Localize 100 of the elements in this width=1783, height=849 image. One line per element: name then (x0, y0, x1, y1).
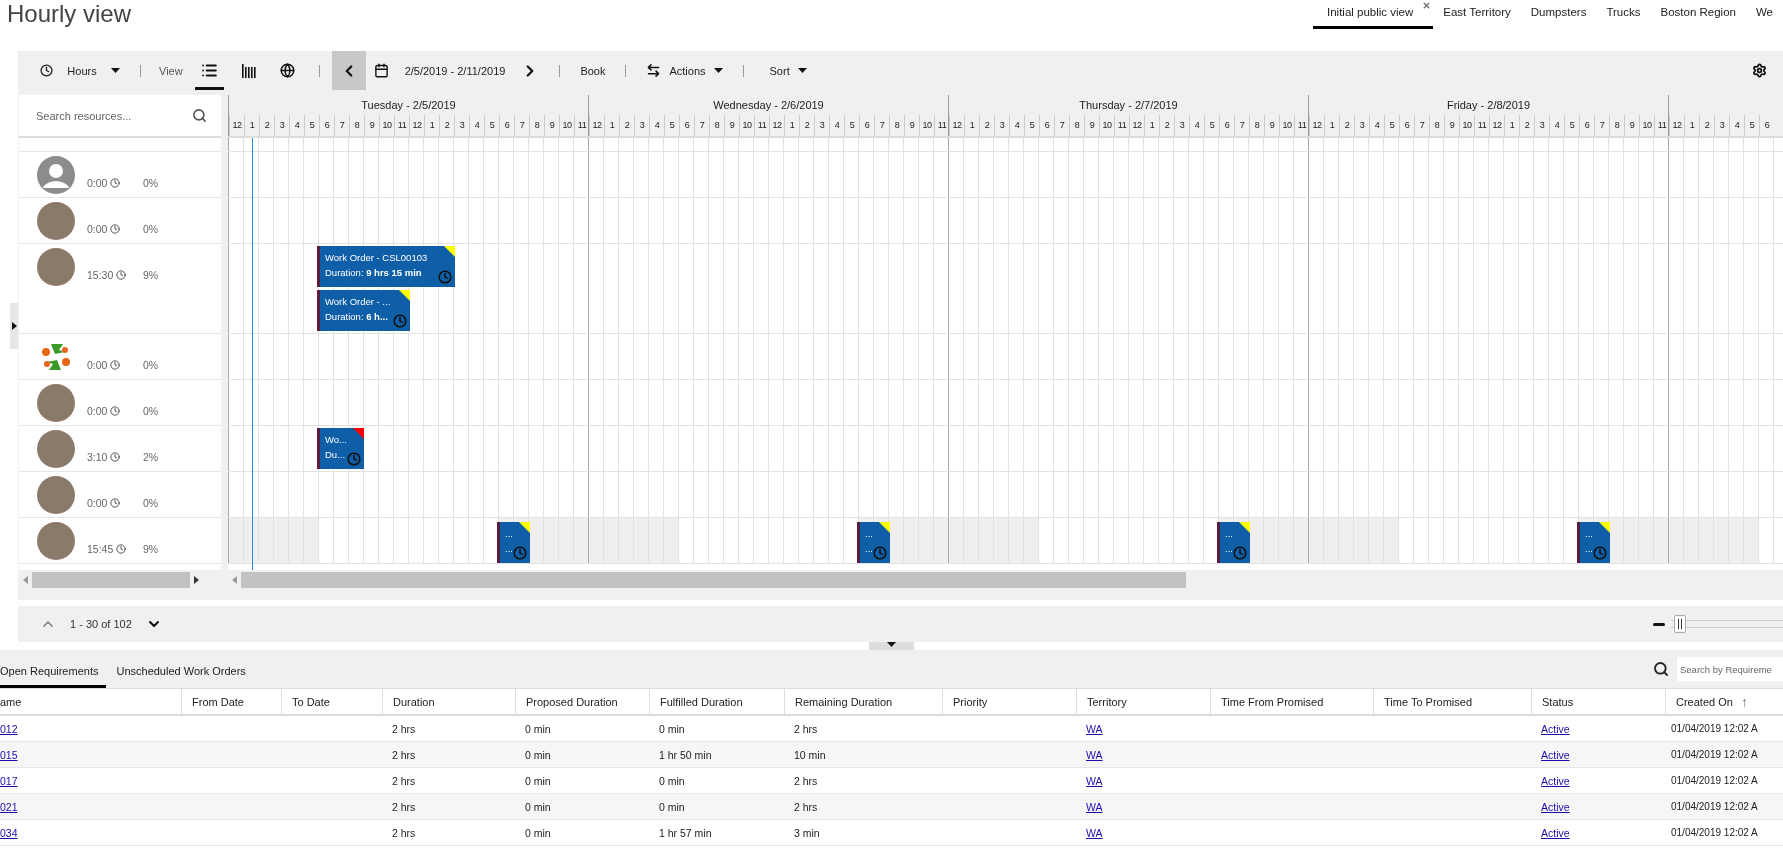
table-cell: 10 min (784, 742, 942, 768)
expand-arrow-icon (11, 321, 17, 330)
hour-label: 3 (1534, 115, 1549, 136)
table-link[interactable]: Active (1541, 774, 1570, 787)
hour-label: 2 (1339, 115, 1354, 136)
view-tab[interactable]: Initial public view (1313, 0, 1434, 29)
table-link[interactable]: Active (1541, 722, 1570, 735)
table-link[interactable]: Active (1541, 800, 1570, 813)
previous-button[interactable] (331, 51, 366, 90)
hour-label: 4 (1369, 115, 1384, 136)
column-header[interactable]: Status (1542, 695, 1574, 708)
table-cell: 0 min (515, 794, 649, 820)
hour-label: 10 (919, 115, 934, 136)
hour-label: 10 (1459, 115, 1474, 136)
table-link[interactable]: WA (1086, 826, 1103, 839)
actions-dropdown[interactable]: Actions (638, 51, 731, 90)
hour-label: 7 (1594, 115, 1609, 136)
hour-label: 8 (1609, 115, 1624, 136)
booking-title: ... (865, 527, 874, 541)
hour-label: 4 (1549, 115, 1564, 136)
table-link[interactable]: Active (1541, 748, 1570, 761)
booking-card[interactable]: ... ... (857, 522, 890, 563)
booking-card[interactable]: ... ... (1577, 522, 1610, 563)
search-icon[interactable] (1653, 661, 1669, 677)
hour-label: 2 (799, 115, 814, 136)
search-icon[interactable] (192, 108, 207, 123)
slider-thumb[interactable] (1674, 615, 1686, 633)
booking-card[interactable]: ... ... (1217, 522, 1250, 563)
time-scale-dropdown[interactable]: Hours (32, 51, 128, 90)
hour-label: 5 (664, 115, 679, 136)
scrollbar-thumb[interactable] (241, 572, 1186, 588)
column-header[interactable]: Duration (393, 695, 435, 708)
table-link[interactable]: WA (1086, 774, 1103, 787)
utilization-percent: 9% (143, 269, 159, 281)
requirements-tab[interactable]: Open Requirements (0, 665, 107, 688)
hour-label: 3 (1714, 115, 1729, 136)
table-link[interactable]: 015 (0, 748, 18, 761)
hour-label: 1 (244, 115, 259, 136)
view-tab[interactable]: Trucks (1596, 0, 1651, 29)
column-header[interactable]: ame (0, 695, 22, 708)
booking-card[interactable]: Work Order - ... Duration: 6 h... (317, 290, 410, 331)
table-link[interactable]: WA (1086, 748, 1103, 761)
booked-time: 15:30 (87, 269, 114, 281)
hour-label: 3 (454, 115, 469, 136)
sort-indicator[interactable]: ↑ (1740, 693, 1748, 710)
expand-panel-button[interactable] (10, 302, 18, 349)
column-header[interactable]: Territory (1087, 695, 1127, 708)
hour-label: 11 (934, 115, 949, 136)
column-header[interactable]: To Date (292, 695, 330, 708)
table-link[interactable]: 017 (0, 774, 18, 787)
table-link[interactable]: 021 (0, 800, 18, 813)
hour-label: 2 (979, 115, 994, 136)
resource-search-field[interactable]: Search resources... (34, 108, 174, 123)
clock-icon (513, 546, 527, 560)
column-header[interactable]: Priority (953, 695, 988, 708)
book-button[interactable]: Book (572, 51, 614, 90)
view-tab[interactable]: Boston Region (1650, 0, 1746, 29)
view-tab[interactable]: Dumpsters (1520, 0, 1597, 29)
hour-label: 11 (574, 115, 589, 136)
requirements-tab[interactable]: Unscheduled Work Orders (116, 665, 254, 688)
collapse-panel-button[interactable] (869, 642, 914, 650)
booking-title: ... (1225, 527, 1234, 541)
table-cell: 01/04/2019 12:02 A (1665, 742, 1783, 768)
booking-card[interactable]: Work Order - CSL00103 Duration: 9 hrs 15 min (317, 246, 455, 287)
hour-label: 8 (889, 115, 904, 136)
close-icon[interactable] (1422, 1, 1432, 10)
requirement-search-field[interactable]: Search by Requireme (1677, 657, 1783, 681)
column-header[interactable]: Created On (1676, 695, 1733, 708)
hour-label: 12 (229, 115, 244, 136)
table-link[interactable]: 012 (0, 722, 18, 735)
hour-label: 9 (1444, 115, 1459, 136)
booking-card[interactable]: ... ... (497, 522, 530, 563)
table-cell: 2 hrs (382, 794, 515, 820)
booked-time: 15:45 (87, 543, 114, 555)
scrollbar-thumb[interactable] (32, 572, 190, 588)
table-link[interactable]: Active (1541, 826, 1570, 839)
hour-label: 4 (469, 115, 484, 136)
view-tab[interactable]: We (1745, 0, 1783, 29)
hour-label: 5 (1564, 115, 1579, 136)
zoom-out-icon[interactable] (1653, 622, 1665, 626)
hour-label: 2 (1699, 115, 1714, 136)
hour-label: 6 (679, 115, 694, 136)
table-link[interactable]: WA (1086, 722, 1103, 735)
hour-label: 12 (769, 115, 784, 136)
clock-icon (40, 64, 53, 77)
sort-dropdown[interactable]: Sort (755, 51, 815, 90)
clock-icon (110, 498, 121, 508)
table-link[interactable]: WA (1086, 800, 1103, 813)
hour-label: 3 (1354, 115, 1369, 136)
hour-label: 5 (304, 115, 319, 136)
view-tab[interactable]: East Territory (1433, 0, 1521, 29)
hour-label: 4 (829, 115, 844, 136)
hour-label: 10 (1639, 115, 1654, 136)
hour-label: 3 (1174, 115, 1189, 136)
hour-label: 11 (754, 115, 769, 136)
booking-duration: ... (1585, 542, 1592, 556)
table-link[interactable]: 034 (0, 826, 18, 839)
hour-label: 9 (1624, 115, 1639, 136)
scroll-right-icon[interactable] (194, 576, 199, 584)
booking-card[interactable]: Wo... Du... (317, 428, 364, 469)
